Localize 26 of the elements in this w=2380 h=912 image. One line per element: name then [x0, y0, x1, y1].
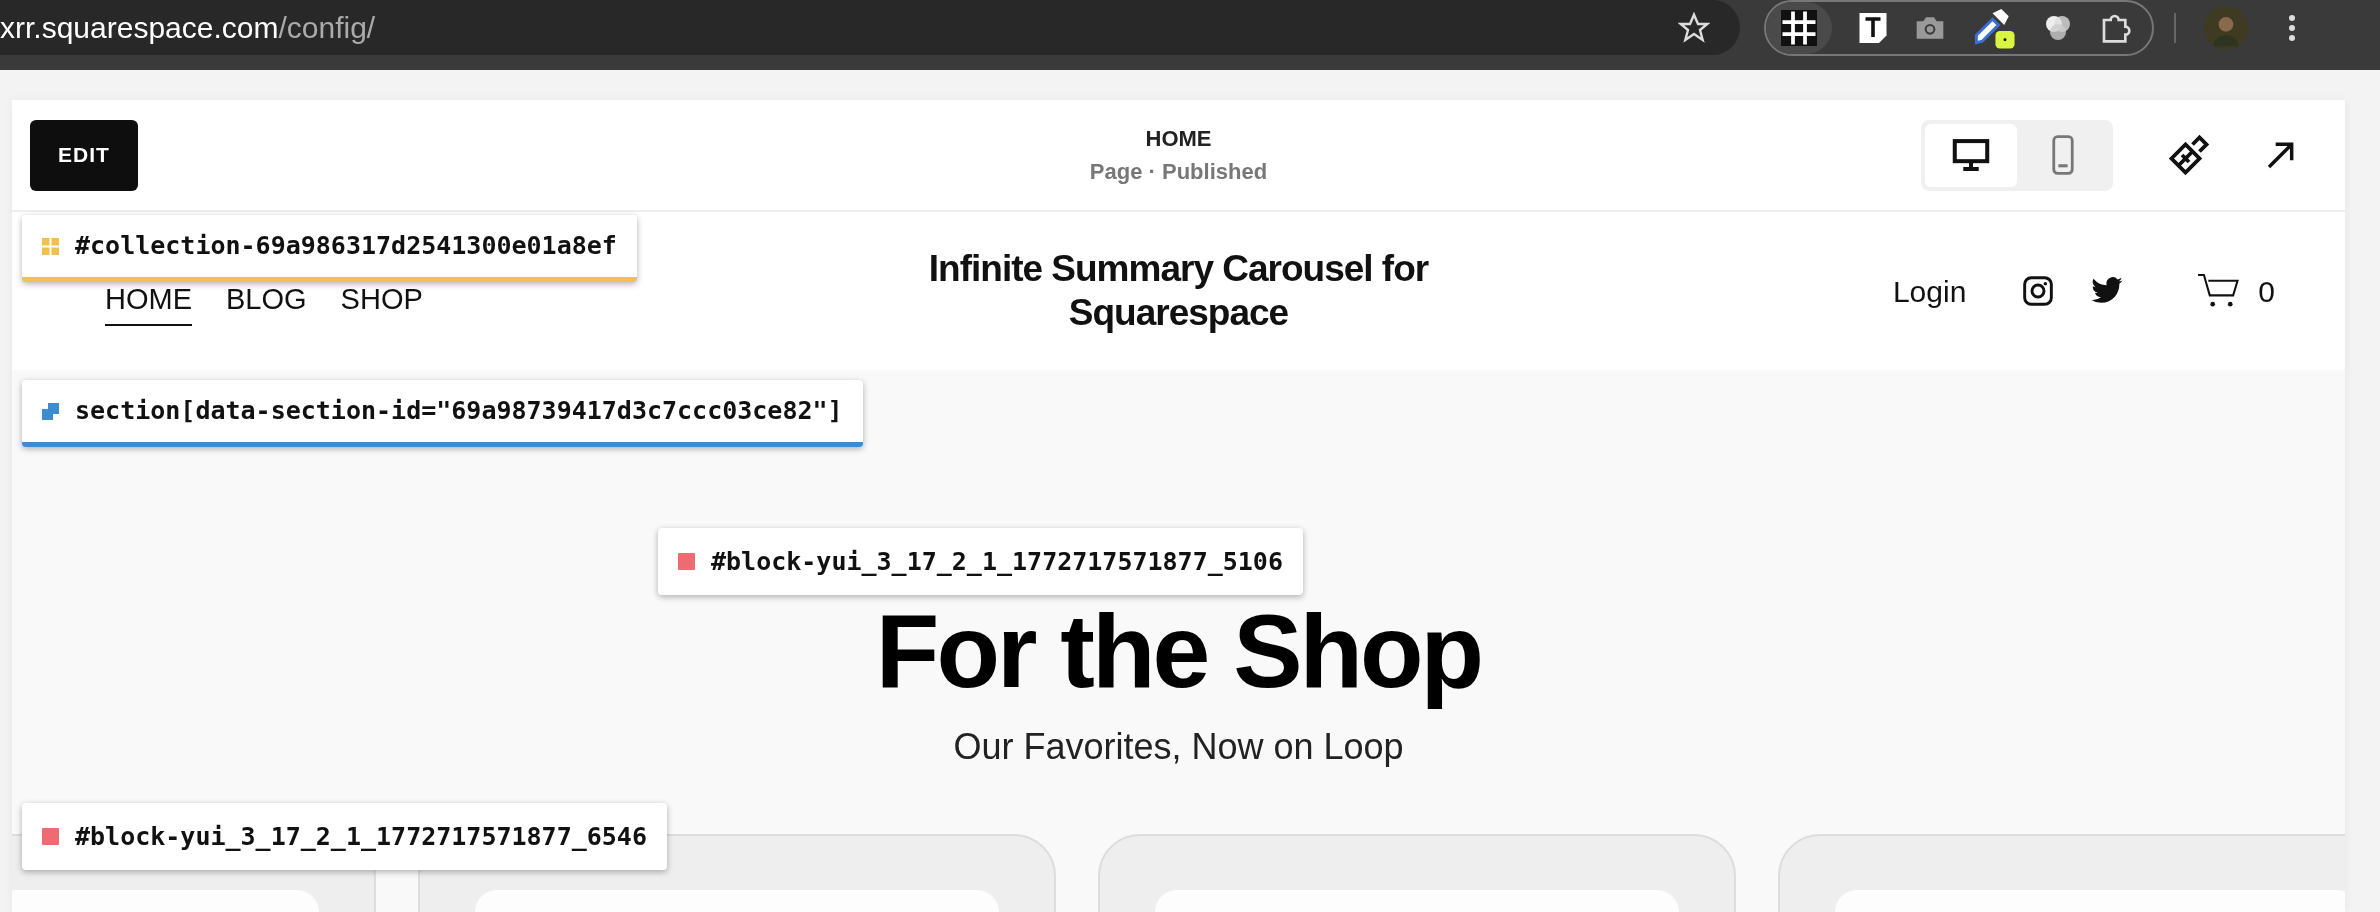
selector-text: #block-yui_3_17_2_1_1772717571877_5106	[711, 545, 1283, 578]
section-subheading: Our Favorites, Now on Loop	[953, 725, 1404, 769]
nav-link[interactable]: BLOG	[226, 278, 307, 326]
edit-button[interactable]: EDIT	[30, 119, 138, 191]
cart-count: 0	[2258, 273, 2275, 310]
selector-text: #collection-69a986317d2541300e01a8ef	[75, 230, 617, 263]
grid-icon[interactable]	[1781, 10, 1817, 46]
section-heading: For the Shop	[874, 592, 1483, 710]
camera-icon[interactable]	[1914, 14, 1946, 42]
puzzle-icon[interactable]	[2100, 12, 2132, 44]
twitter-icon[interactable]	[2090, 276, 2125, 306]
selector-text: #block-yui_3_17_2_1_1772717571877_6546	[75, 820, 647, 853]
text-icon[interactable]	[1858, 11, 1888, 45]
site-title[interactable]: Infinite Summary Carousel for Squarespace	[878, 247, 1479, 335]
instagram-icon[interactable]	[2022, 275, 2055, 307]
eyedropper-icon[interactable]	[1972, 6, 2016, 50]
bookmark-star-icon[interactable]	[1678, 11, 1710, 44]
more-icon[interactable]	[2288, 14, 2296, 42]
cart-link[interactable]: 0	[2196, 268, 2275, 314]
url-text: xrr.squarespace.com/config/	[0, 10, 376, 46]
login-link[interactable]: Login	[1892, 268, 1967, 314]
nav-link[interactable]: SHOP	[340, 278, 423, 326]
address-bar[interactable]: xrr.squarespace.com/config/	[0, 0, 1740, 55]
selector-text: section[data-section-id="69a98739417d3c7ccc03ce82"]	[75, 395, 843, 428]
avatar-icon[interactable]	[2204, 6, 2248, 50]
desktop-view-icon[interactable]	[1925, 123, 2017, 187]
